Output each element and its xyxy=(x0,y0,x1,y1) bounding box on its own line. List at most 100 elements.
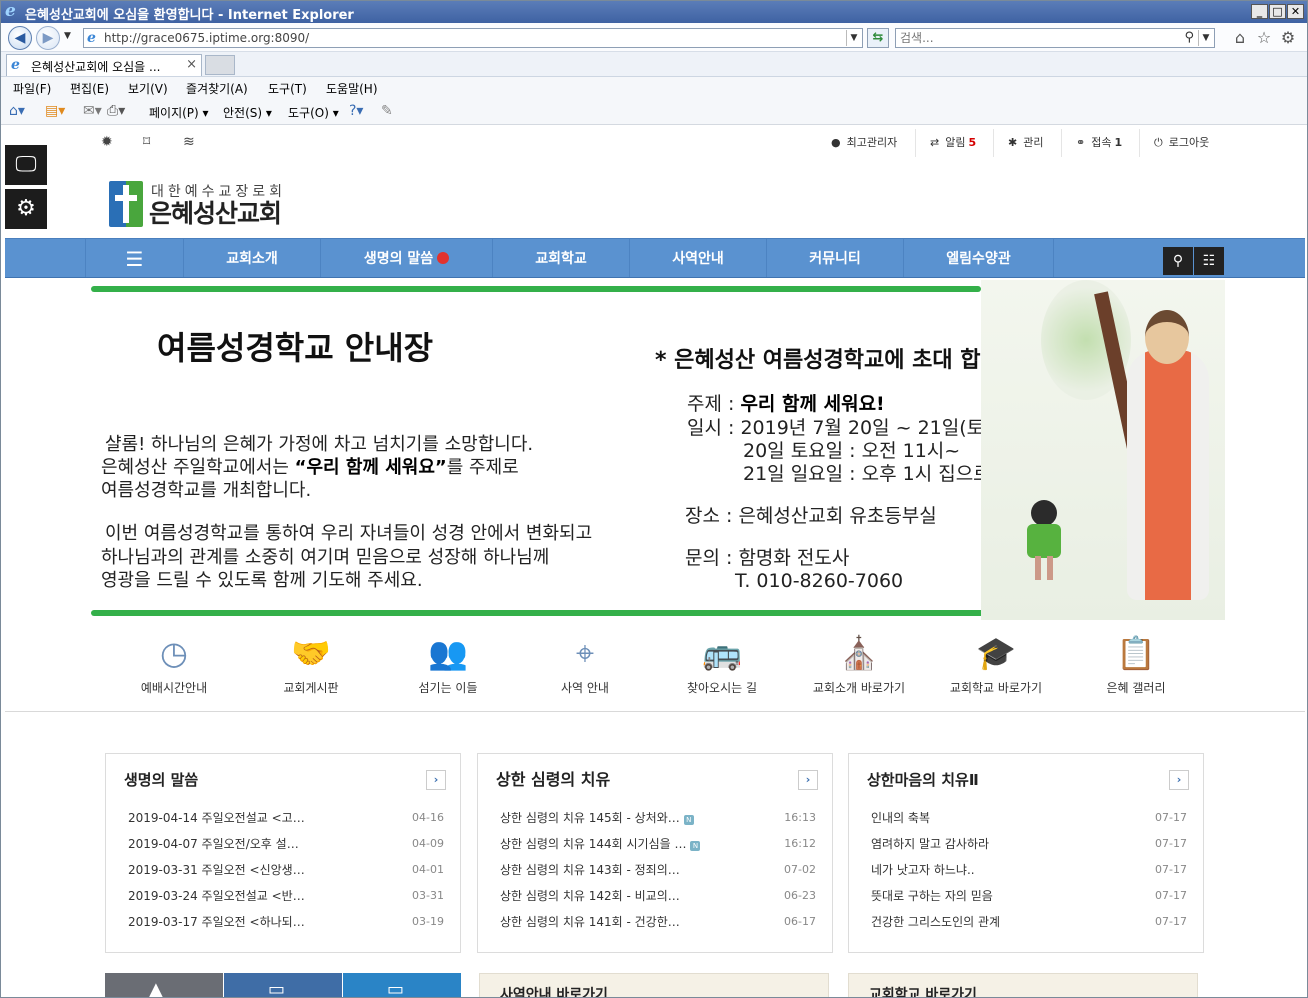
manage-link[interactable]: ✱ 관리 xyxy=(993,129,1057,157)
browser-tab[interactable]: e 은혜성산교회에 오심을 ... × xyxy=(6,54,202,76)
settings-cogs-icon[interactable]: ⚙ xyxy=(5,189,47,229)
nav-ministry[interactable]: 사역안내 xyxy=(629,239,766,277)
list-item[interactable]: 상한 심령의 치유 144회 시기심을 … N 16:12 xyxy=(500,834,816,854)
post-date: 16:13 xyxy=(784,811,816,824)
rss-icon[interactable]: ≋ xyxy=(183,134,195,150)
nav-word-of-life[interactable]: 생명의 말씀 xyxy=(320,239,492,277)
nav-community[interactable]: 커뮤니티 xyxy=(766,239,903,277)
menu-edit[interactable]: 편집(E) xyxy=(70,80,109,97)
help-icon[interactable]: ?▾ xyxy=(349,103,363,119)
list-menu-button[interactable]: ☷ xyxy=(1194,247,1224,275)
banner-date-1: 일시 : 2019년 7월 20일 ~ 21일(토~일) xyxy=(687,417,1025,439)
quick-worship-times[interactable]: ◷ 예배시간안내 xyxy=(105,633,243,696)
banner-p2-line3: 영광을 드릴 수 있도록 함께 기도해 주세요. xyxy=(101,570,423,591)
settings-gear-icon[interactable]: ⚙ xyxy=(1279,29,1297,47)
list-item[interactable]: 상한 심령의 치유 143회 - 정죄의… 07-02 xyxy=(500,860,816,880)
visitors-label: 접속 xyxy=(1091,136,1112,149)
menu-tools[interactable]: 도구(T) xyxy=(268,80,307,97)
bug-icon[interactable]: ✹ xyxy=(101,134,113,150)
list-item[interactable]: 네가 낫고자 하느냐.. 07-17 xyxy=(871,860,1187,880)
board-more-button[interactable]: › xyxy=(426,770,446,790)
list-item[interactable]: 상한 심령의 치유 142회 - 비교의… 06-23 xyxy=(500,886,816,906)
main-navigation: ☰ 교회소개 생명의 말씀 교회학교 사역안내 커뮤니티 엘림수양관 ⚲ ☷ xyxy=(5,238,1305,278)
quick-church-intro[interactable]: ⛪ 교회소개 바로가기 xyxy=(790,633,928,696)
menu-view[interactable]: 보기(V) xyxy=(128,80,168,97)
manage-label: 관리 xyxy=(1023,136,1044,149)
list-item[interactable]: 인내의 축복 07-17 xyxy=(871,808,1187,828)
close-button[interactable]: ✕ xyxy=(1287,4,1304,19)
school-link-card[interactable]: 교회학교 바로가기 xyxy=(848,973,1198,997)
list-item[interactable]: 건강한 그리스도인의 관계 07-17 xyxy=(871,912,1187,932)
address-field[interactable]: e ▼ xyxy=(83,28,863,48)
nav-church-school[interactable]: 교회학교 xyxy=(492,239,629,277)
board-healing-2: 상한마음의 치유Ⅱ › 인내의 축복 07-17 염려하지 말고 감사하라 07-1… xyxy=(848,753,1204,953)
favorites-star-icon[interactable]: ☆ xyxy=(1255,29,1273,47)
home-cmd-icon[interactable]: ⌂▾ xyxy=(9,103,25,119)
visitors-link[interactable]: ⚭ 접속 1 xyxy=(1061,129,1136,157)
history-dropdown-icon[interactable]: ▼ xyxy=(64,31,71,41)
hamburger-menu-icon[interactable]: ☰ xyxy=(85,239,183,277)
board-more-button[interactable]: › xyxy=(1169,770,1189,790)
search-input[interactable] xyxy=(900,30,1180,46)
menu-help[interactable]: 도움말(H) xyxy=(326,80,378,97)
list-item[interactable]: 2019-04-14 주일오전설교 <고… 04-16 xyxy=(128,808,444,828)
ie-logo-icon: e xyxy=(5,1,16,21)
board-more-button[interactable]: › xyxy=(798,770,818,790)
list-item[interactable]: 상한 심령의 치유 141회 - 건강한… 06-17 xyxy=(500,912,816,932)
quick-gallery[interactable]: 📋 은혜 갤러리 xyxy=(1067,633,1205,696)
quick-ministry[interactable]: ⌖ 사역 안내 xyxy=(516,633,654,696)
safety-menu[interactable]: 안전(S) ▾ xyxy=(223,104,272,121)
bottom-tile-1[interactable]: ▲ xyxy=(105,973,223,997)
nav-elim-retreat[interactable]: 엘림수양관 xyxy=(903,239,1054,277)
command-bar: ⌂▾ ▤▾ ✉▾ ⎙▾ 페이지(P) ▾ 안전(S) ▾ 도구(O) ▾ ?▾ … xyxy=(1,99,1307,125)
refresh-button[interactable]: ⇆ xyxy=(867,28,889,48)
print-icon[interactable]: ⎙▾ xyxy=(107,103,125,119)
bottom-tile-3[interactable]: ▭ xyxy=(343,973,461,997)
list-item[interactable]: 염려하지 말고 감사하라 07-17 xyxy=(871,834,1187,854)
search-button[interactable]: ⚲ xyxy=(1163,247,1193,275)
maximize-button[interactable]: □ xyxy=(1269,4,1286,19)
forward-button[interactable]: ▶ xyxy=(36,26,60,50)
address-dropdown-icon[interactable]: ▼ xyxy=(846,30,861,46)
list-item[interactable]: 2019-04-07 주일오전/오후 설… 04-09 xyxy=(128,834,444,854)
vbs-banner[interactable]: 여름성경학교 안내장 샬롬! 하나님의 은혜가 가정에 차고 넘치기를 소망합니… xyxy=(85,280,1225,620)
bottom-tile-2[interactable]: ▭ xyxy=(224,973,342,997)
church-logo[interactable]: 대한예수교장로회 은혜성산교회 xyxy=(109,177,329,233)
quick-board[interactable]: 🤝 교회게시판 xyxy=(242,633,380,696)
page-menu[interactable]: 페이지(P) ▾ xyxy=(149,104,209,121)
list-item[interactable]: 2019-03-17 주일오전 <하나되… 03-19 xyxy=(128,912,444,932)
minimize-button[interactable]: _ xyxy=(1251,4,1268,19)
search-box[interactable]: ⚲ ▼ xyxy=(895,28,1215,48)
feeds-icon[interactable]: ▤▾ xyxy=(45,103,65,119)
nav-church-intro[interactable]: 교회소개 xyxy=(183,239,320,277)
quick-church-school[interactable]: 🎓 교회학교 바로가기 xyxy=(927,633,1065,696)
tab-close-icon[interactable]: × xyxy=(186,57,197,72)
search-icon[interactable]: ⚲ xyxy=(1184,30,1194,45)
list-item[interactable]: 상한 심령의 치유 145회 - 상처와… N 16:13 xyxy=(500,808,816,828)
menu-favorites[interactable]: 즐겨찾기(A) xyxy=(186,80,248,97)
list-item[interactable]: 2019-03-24 주일오전설교 <반… 03-31 xyxy=(128,886,444,906)
post-title: 2019-03-17 주일오전 <하나되… xyxy=(128,915,305,929)
list-item[interactable]: 뜻대로 구하는 자의 믿음 07-17 xyxy=(871,886,1187,906)
quick-label: 예배시간안내 xyxy=(140,681,208,695)
bookmark-icon[interactable]: ⌑ xyxy=(143,134,150,150)
address-input[interactable] xyxy=(104,30,834,46)
page-menu-label: 페이지(P) xyxy=(149,106,199,120)
alerts-link[interactable]: ⇄ 알림 5 xyxy=(915,129,990,157)
theme-label: 주제 : xyxy=(687,393,741,415)
admin-link[interactable]: ● 최고관리자 xyxy=(817,129,911,157)
home-icon[interactable]: ⌂ xyxy=(1231,29,1249,47)
list-item[interactable]: 2019-03-31 주일오전 <신앙생… 04-01 xyxy=(128,860,444,880)
new-tab-button[interactable] xyxy=(205,55,235,75)
menu-file[interactable]: 파일(F) xyxy=(13,80,51,97)
research-icon[interactable]: ✎ xyxy=(381,103,393,119)
logout-link[interactable]: ⏻ 로그아웃 xyxy=(1139,129,1223,157)
mail-icon[interactable]: ✉▾ xyxy=(83,103,102,119)
tools-menu[interactable]: 도구(O) ▾ xyxy=(288,104,339,121)
back-button[interactable]: ◀ xyxy=(8,26,32,50)
quick-label: 사역 안내 xyxy=(561,681,609,695)
quick-directions[interactable]: 🚌 찾아오시는 길 xyxy=(653,633,791,696)
quick-servants[interactable]: 👥 섬기는 이들 xyxy=(379,633,517,696)
search-dropdown-icon[interactable]: ▼ xyxy=(1198,30,1213,46)
ministry-link-card[interactable]: 사역안내 바로가기 xyxy=(479,973,829,997)
